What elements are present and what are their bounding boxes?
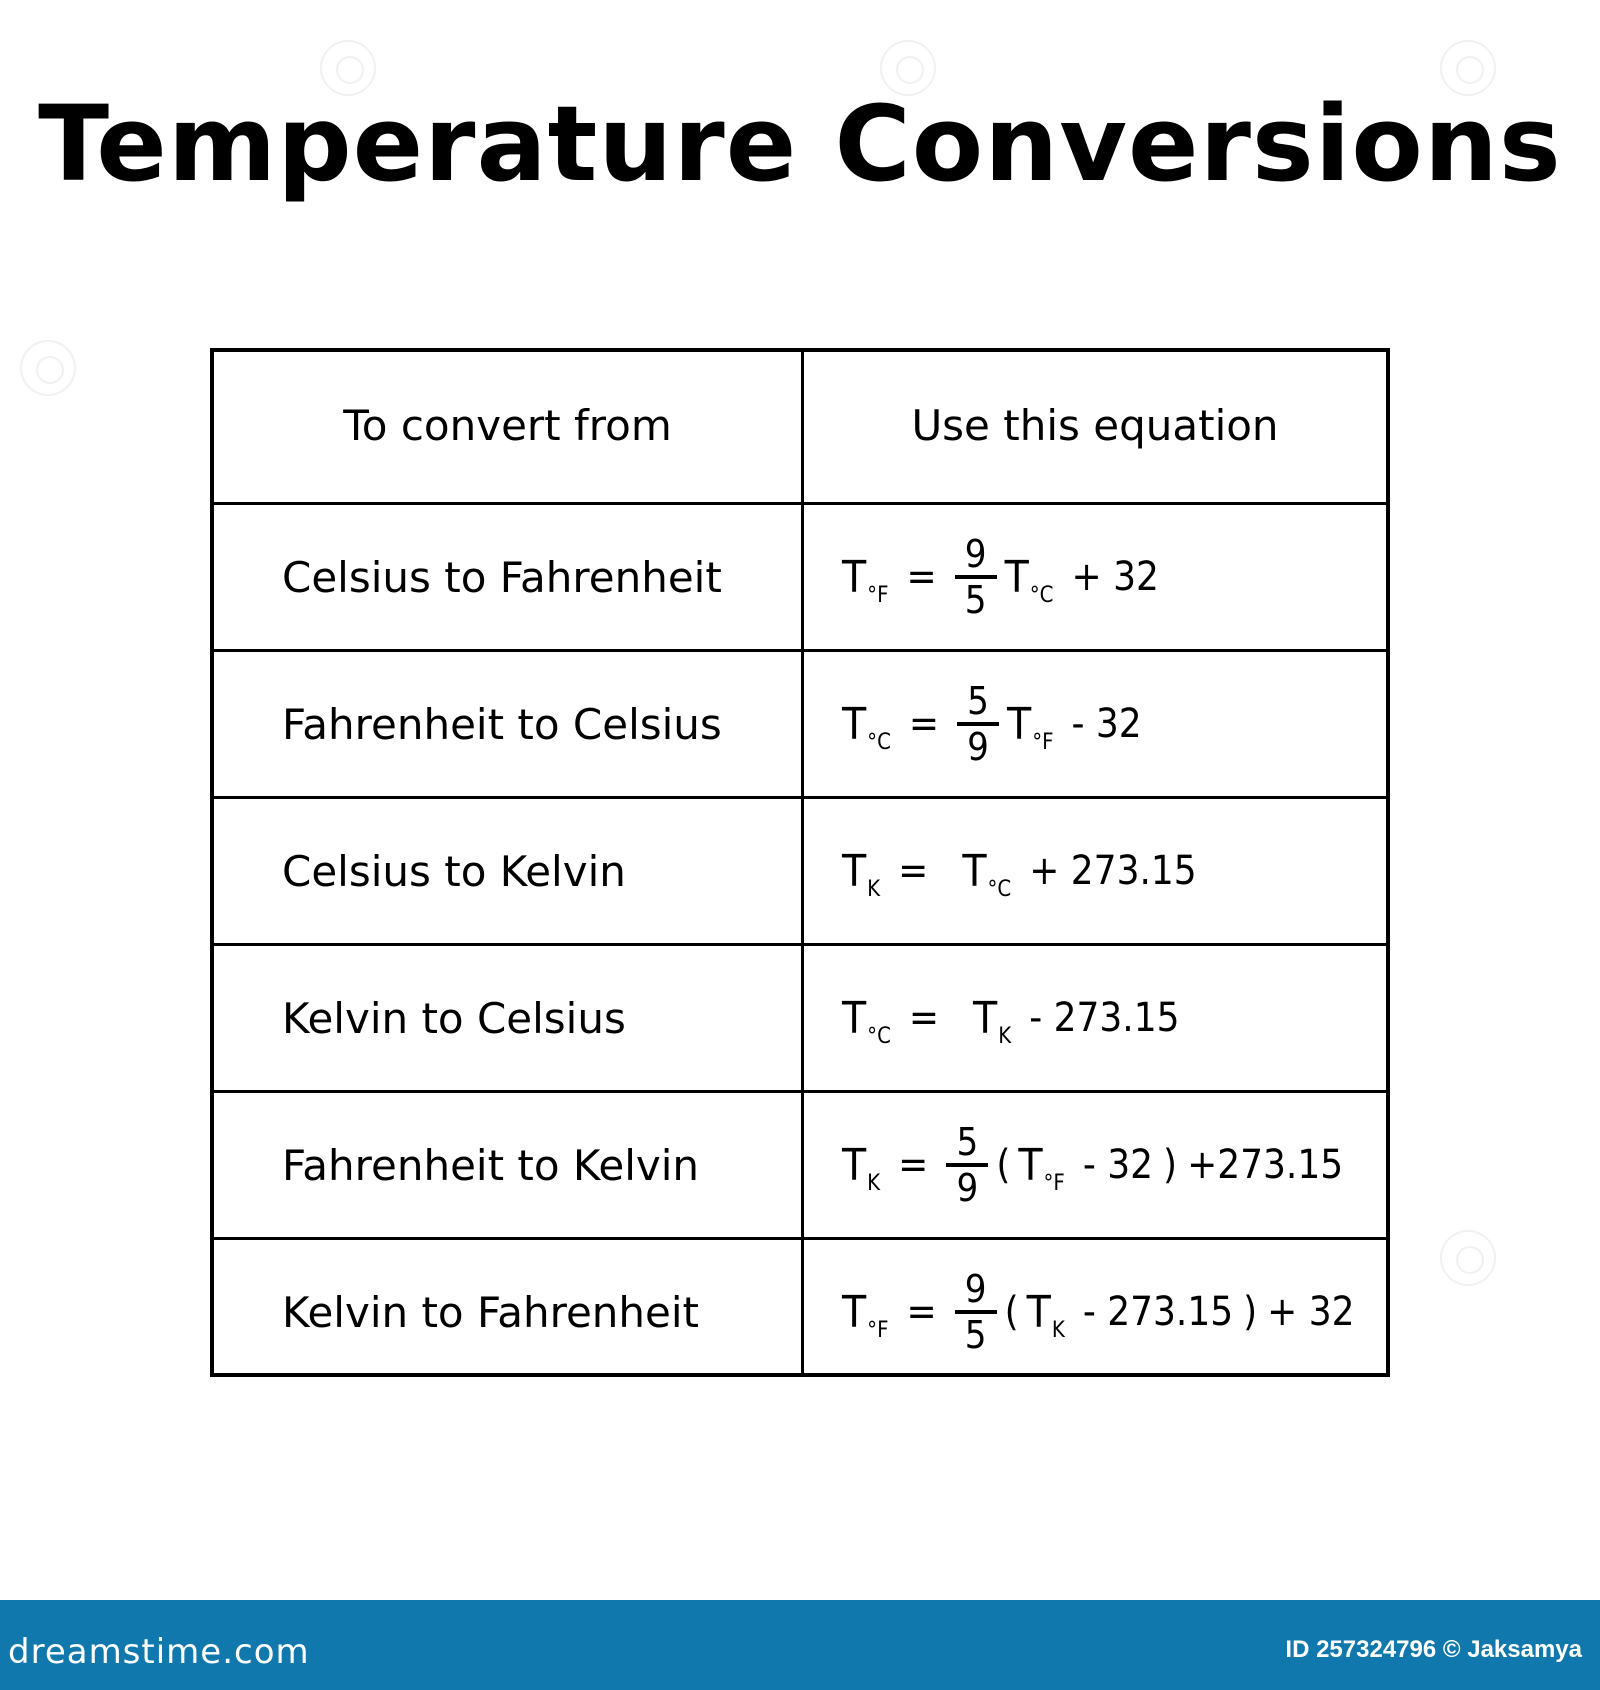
operation: + 273.15	[1029, 848, 1197, 894]
lhs-variable: T	[842, 992, 867, 1044]
close-paren: )	[1163, 1142, 1178, 1188]
rhs-variable: T	[973, 992, 998, 1044]
header-convert-from: To convert from	[343, 401, 672, 450]
conversion-label: Kelvin to Fahrenheit	[282, 1287, 700, 1337]
rhs-subscript: °C	[987, 876, 1012, 902]
equation-tail: + 32	[1267, 1289, 1355, 1335]
rhs-variable: T	[1026, 1286, 1051, 1338]
watermark-spiral-icon	[1440, 1230, 1496, 1286]
rhs-subscript: K	[998, 1023, 1012, 1049]
equation-cell: T °F = 9 5(T K - 273.15) + 32	[804, 1240, 1386, 1384]
equation-cell: T K = 5 9(T °F - 32) +273.15	[804, 1093, 1386, 1237]
rhs-variable: T	[1004, 551, 1029, 603]
table-row: Kelvin to Celsius T °C = T K - 273.15	[214, 943, 1386, 1090]
operation: + 32	[1071, 554, 1159, 600]
equation: T °F = 9 5(T K - 273.15) + 32	[804, 1270, 1365, 1354]
lhs-variable: T	[842, 551, 867, 603]
open-paren: (	[1004, 1289, 1019, 1335]
rhs-subscript: °F	[1043, 1170, 1065, 1196]
equation-cell: T °F = 9 5 T °C + 32	[804, 505, 1386, 649]
fraction: 95	[954, 1267, 997, 1357]
conversion-label-cell: Fahrenheit to Celsius	[214, 652, 801, 796]
equation: T K = T °C + 273.15	[804, 845, 1207, 902]
fraction: 95	[954, 532, 997, 622]
equation-tail: +273.15	[1187, 1142, 1344, 1188]
lhs-subscript: °F	[867, 1317, 889, 1343]
equals-sign: =	[908, 995, 940, 1041]
conversion-label: Celsius to Kelvin	[282, 846, 626, 896]
rhs-variable: T	[1007, 698, 1032, 750]
conversion-label: Fahrenheit to Kelvin	[282, 1140, 700, 1190]
table-row: Celsius to Fahrenheit T °F = 9 5 T °C + 32	[214, 502, 1386, 649]
conversion-label-cell: Celsius to Kelvin	[214, 799, 801, 943]
equals-sign: =	[898, 848, 929, 894]
equation-cell: T K = T °C + 273.15	[804, 799, 1386, 943]
operation: - 273.15	[1082, 1289, 1234, 1335]
lhs-subscript: °C	[867, 729, 891, 755]
header-cell: Use this equation	[804, 352, 1386, 499]
conversion-label: Fahrenheit to Celsius	[282, 699, 722, 749]
fraction-denominator: 9	[967, 725, 989, 769]
conversion-table: To convert from Use this equation Celsiu…	[210, 348, 1390, 1377]
table-row: Fahrenheit to Kelvin T K = 5 9(T °F - 32) +273.1…	[214, 1090, 1386, 1237]
brand-logo: dreamstime.com	[8, 1632, 310, 1672]
lhs-subscript: K	[867, 876, 881, 902]
lhs-subscript: °F	[867, 582, 889, 608]
rhs-variable: T	[962, 845, 987, 897]
lhs-variable: T	[842, 698, 867, 750]
equation-cell: T °C = 5 9 T °F - 32	[804, 652, 1386, 796]
rhs-variable: T	[1018, 1139, 1043, 1191]
equation: T °F = 9 5 T °C + 32	[804, 535, 1169, 619]
page-title: Temperature Conversions	[38, 83, 1562, 205]
equation: T °C = T K - 273.15	[804, 992, 1190, 1049]
fraction-numerator: 9	[964, 1267, 987, 1311]
equation: T °C = 5 9 T °F - 32	[804, 682, 1152, 766]
lhs-variable: T	[842, 1286, 867, 1338]
fraction: 59	[957, 679, 1000, 769]
header-cell: To convert from	[214, 352, 801, 499]
lhs-subscript: °C	[867, 1023, 891, 1049]
table-row: Kelvin to Fahrenheit T °F = 9 5(T K - 273.15) + …	[214, 1237, 1386, 1384]
lhs-variable: T	[842, 845, 867, 897]
operation: - 273.15	[1029, 995, 1180, 1041]
lhs-subscript: K	[867, 1170, 881, 1196]
fraction-numerator: 5	[956, 1120, 979, 1164]
conversion-label-cell: Kelvin to Celsius	[214, 946, 801, 1090]
conversion-label-cell: Celsius to Fahrenheit	[214, 505, 801, 649]
table-row: Fahrenheit to Celsius T °C = 5 9 T °F - 32	[214, 649, 1386, 796]
fraction-numerator: 9	[964, 532, 987, 576]
conversion-label-cell: Kelvin to Fahrenheit	[214, 1240, 801, 1384]
operation: - 32	[1082, 1142, 1154, 1188]
equation: T K = 5 9(T °F - 32) +273.15	[804, 1123, 1353, 1207]
lhs-variable: T	[842, 1139, 867, 1191]
footer-bar: dreamstime.com ID 257324796 © Jaksamya	[0, 1600, 1600, 1690]
open-paren: (	[996, 1142, 1011, 1188]
fraction-denominator: 5	[964, 1313, 987, 1357]
table-header-row: To convert from Use this equation	[214, 352, 1386, 499]
image-credit: ID 257324796 © Jaksamya	[1285, 1636, 1582, 1663]
operation: - 32	[1071, 701, 1142, 747]
conversion-label: Kelvin to Celsius	[282, 993, 626, 1043]
header-equation: Use this equation	[911, 401, 1279, 450]
rhs-subscript: °F	[1032, 729, 1054, 755]
rhs-subscript: °C	[1029, 582, 1054, 608]
fraction-numerator: 5	[967, 679, 989, 723]
fraction-denominator: 5	[964, 578, 987, 622]
close-paren: )	[1243, 1289, 1258, 1335]
equation-cell: T °C = T K - 273.15	[804, 946, 1386, 1090]
conversion-label-cell: Fahrenheit to Kelvin	[214, 1093, 801, 1237]
equals-sign: =	[906, 554, 937, 600]
fraction: 59	[946, 1120, 989, 1210]
equals-sign: =	[906, 1289, 937, 1335]
rhs-subscript: K	[1051, 1317, 1065, 1343]
equals-sign: =	[898, 1142, 929, 1188]
equals-sign: =	[908, 701, 940, 747]
fraction-denominator: 9	[956, 1166, 979, 1210]
table-row: Celsius to Kelvin T K = T °C + 273.15	[214, 796, 1386, 943]
watermark-spiral-icon	[20, 340, 76, 396]
conversion-label: Celsius to Fahrenheit	[282, 552, 722, 602]
